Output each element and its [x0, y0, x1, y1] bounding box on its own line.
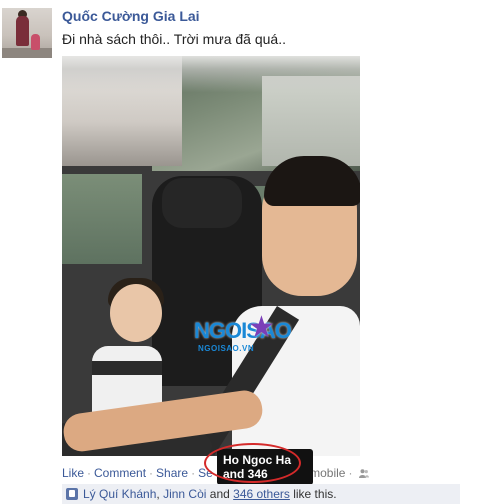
like-link[interactable]: Like [62, 466, 84, 480]
likes-comma: , [156, 487, 160, 501]
likes-and: and [209, 487, 230, 501]
likes-summary: Lý Quí Khánh, Jinn Còi and 346 others li… [62, 484, 460, 504]
post-photo[interactable]: NGOISAO ★ NGOISAO.VN [62, 56, 360, 456]
separator: · [87, 466, 92, 480]
post-status-text: Đi nhà sách thôi.. Trời mưa đã quá.. [62, 31, 286, 47]
people-icon [359, 469, 370, 478]
photo-child-face [110, 284, 162, 342]
comment-link[interactable]: Comment [94, 466, 146, 480]
watermark-star-icon: ★ [248, 311, 275, 344]
share-link[interactable]: Share [156, 466, 188, 480]
avatar-figure-adult [16, 16, 29, 46]
highlight-circle [204, 443, 301, 483]
liker-link-1[interactable]: Lý Quí Khánh [83, 487, 156, 501]
separator: · [348, 466, 353, 480]
liker-link-2[interactable]: Jinn Còi [163, 487, 206, 501]
author-avatar[interactable] [2, 8, 52, 58]
avatar-floor [2, 48, 52, 58]
photo-child-stripe [92, 361, 162, 375]
photo-light-overlay [62, 56, 360, 186]
avatar-figure-child [31, 34, 40, 50]
likers-others-link[interactable]: 346 others [233, 487, 290, 501]
watermark-site: NGOISAO.VN [198, 344, 255, 353]
post-author-name[interactable]: Quốc Cường Gia Lai [62, 8, 200, 24]
separator: · [191, 466, 196, 480]
likes-suffix: like this. [293, 487, 337, 501]
watermark-logo: NGOISAO [194, 318, 292, 343]
separator: · [149, 466, 154, 480]
photo-window [62, 174, 142, 264]
thumbs-up-icon [66, 488, 78, 500]
